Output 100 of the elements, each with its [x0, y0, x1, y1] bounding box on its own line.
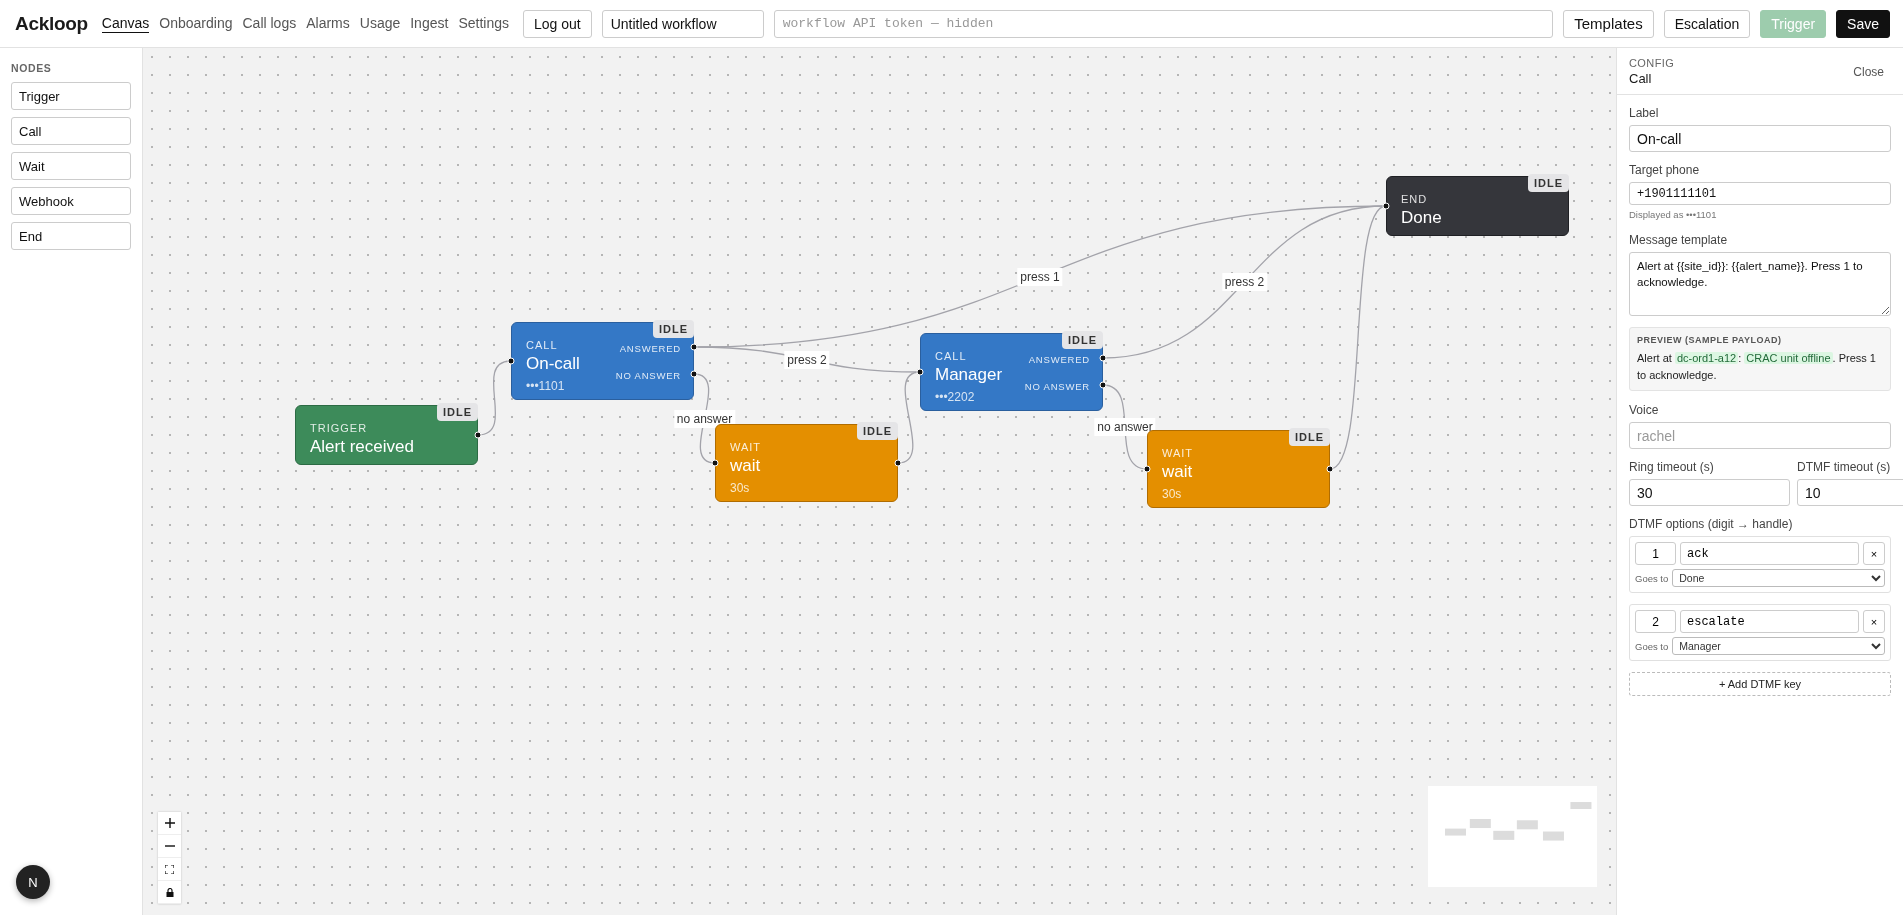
port-label: NO ANSWER: [615, 369, 681, 381]
node-type: WAIT: [730, 441, 762, 453]
nav-link[interactable]: Canvas: [101, 14, 150, 33]
lock-icon: [165, 887, 174, 897]
field-label: Target phone: [1629, 163, 1701, 177]
edge-label: press 1: [1017, 267, 1063, 286]
node-type: CALL: [526, 339, 558, 351]
connection-handle[interactable]: [711, 459, 719, 467]
field-hint: Displayed as •••1101: [1629, 209, 1718, 220]
node-title: Alert received: [310, 437, 414, 457]
logout-button[interactable]: Log out: [522, 9, 592, 38]
nav-link[interactable]: Onboarding: [159, 14, 233, 33]
connection-handle[interactable]: [1143, 465, 1151, 473]
remove-button[interactable]: ×: [1863, 610, 1885, 633]
field-label: Message template: [1629, 233, 1729, 247]
node-palette-item[interactable]: Wait: [11, 152, 131, 180]
connection-handle[interactable]: [1382, 202, 1390, 210]
digit-field[interactable]: 1: [1635, 542, 1676, 565]
minus-icon: [164, 845, 175, 847]
node-palette-item[interactable]: Trigger: [11, 82, 131, 110]
node-title: wait: [730, 456, 761, 476]
dev-badge[interactable]: N: [16, 865, 50, 899]
node-palette-item[interactable]: End: [11, 222, 131, 250]
panel-title: Call: [1629, 71, 1653, 86]
connection-handle[interactable]: [894, 459, 902, 467]
voice-field[interactable]: rachel: [1629, 422, 1891, 449]
connection-handle[interactable]: [507, 357, 515, 365]
action-button[interactable]: Templates: [1563, 9, 1654, 38]
status-badge: IDLE: [436, 403, 478, 421]
status-badge: IDLE: [1527, 174, 1569, 192]
message-template-field[interactable]: Alert at {{site_id}}: {{alert_name}}. Press 1 to acknowledge.: [1629, 252, 1891, 316]
node-palette-item[interactable]: Webhook: [11, 187, 131, 215]
connection-handle[interactable]: [690, 343, 698, 351]
node-subtitle: •••2202: [935, 390, 975, 404]
nav-link[interactable]: Ingest: [410, 14, 449, 33]
status-badge: IDLE: [652, 320, 694, 338]
node-title: Done: [1401, 208, 1442, 228]
phone-field[interactable]: +1901111101: [1629, 182, 1891, 205]
connection-handle[interactable]: [916, 368, 924, 376]
nav-link[interactable]: Call logs: [242, 14, 297, 33]
preview-title: PREVIEW (SAMPLE PAYLOAD): [1637, 335, 1783, 345]
ring-timeout-field[interactable]: 30: [1629, 479, 1790, 506]
handle-field[interactable]: ack: [1680, 542, 1859, 565]
node-subtitle: 30s: [730, 481, 750, 495]
app-logo: Ackloop: [15, 12, 88, 35]
connection-handle[interactable]: [1099, 354, 1107, 362]
add-dtmf-key-button[interactable]: + Add DTMF key: [1629, 672, 1891, 696]
zoom-out-button[interactable]: [158, 835, 181, 858]
connection-handle[interactable]: [1326, 465, 1334, 473]
goes-to-label: Goes to: [1635, 640, 1669, 652]
edge-label: no answer: [1094, 418, 1156, 436]
label-field[interactable]: On-call: [1629, 125, 1891, 152]
close-button[interactable]: Close: [1853, 64, 1884, 79]
status-badge: IDLE: [1061, 331, 1103, 349]
action-button[interactable]: Escalation: [1663, 9, 1751, 38]
node-title: wait: [1162, 462, 1193, 482]
dtmf-timeout-field[interactable]: 10: [1797, 479, 1903, 506]
connection-handle[interactable]: [1099, 381, 1107, 389]
field-label: Voice: [1629, 403, 1660, 417]
connection-handle[interactable]: [474, 431, 482, 439]
node-type: TRIGGER: [310, 422, 368, 434]
port-label: NO ANSWER: [1024, 380, 1090, 392]
lock-button[interactable]: [158, 881, 181, 904]
nav-link[interactable]: Usage: [359, 14, 401, 33]
fit-view-icon: [165, 864, 174, 874]
field-label: Ring timeout (s): [1629, 460, 1715, 474]
target-select[interactable]: Done: [1672, 569, 1885, 587]
handle-field[interactable]: escalate: [1680, 610, 1859, 633]
connection-handle[interactable]: [690, 370, 698, 378]
node-title: On-call: [526, 354, 580, 374]
node-title: Manager: [935, 365, 1003, 385]
zoom-in-button[interactable]: [158, 812, 181, 835]
nav-link[interactable]: Alarms: [306, 14, 350, 33]
edge-label: press 2: [1221, 273, 1268, 291]
status-badge: IDLE: [1288, 428, 1330, 446]
node-subtitle: 30s: [1162, 487, 1182, 501]
field-label: DTMF timeout (s): [1797, 460, 1892, 474]
action-button[interactable]: Save: [1836, 9, 1890, 38]
port-label: ANSWERED: [619, 342, 681, 354]
workflow-canvas[interactable]: [143, 48, 1616, 915]
node-type: END: [1401, 193, 1428, 205]
end-node[interactable]: IDLE END Done: [1386, 176, 1569, 236]
edge-label: press 2: [784, 350, 830, 369]
nav-link[interactable]: Settings: [458, 14, 509, 33]
workflow-name-field[interactable]: Untitled workflow: [601, 9, 764, 38]
node-palette-item[interactable]: Call: [11, 117, 131, 145]
node-subtitle: •••1101: [526, 379, 565, 393]
remove-button[interactable]: ×: [1863, 542, 1885, 565]
digit-field[interactable]: 2: [1635, 610, 1676, 633]
status-badge: IDLE: [856, 422, 898, 440]
field-label: Label: [1629, 106, 1660, 120]
panel-kicker: CONFIG: [1629, 57, 1675, 69]
fit-view-button[interactable]: [158, 858, 181, 881]
port-label: ANSWERED: [1028, 353, 1090, 365]
goes-to-label: Goes to: [1635, 572, 1669, 584]
palette-title: NODES: [11, 62, 53, 74]
target-select[interactable]: Manager: [1672, 637, 1885, 655]
field-label: DTMF options (digit → handle): [1629, 517, 1794, 531]
node-type: WAIT: [1162, 447, 1194, 459]
api-token-field[interactable]: workflow API token — hidden: [773, 9, 1554, 38]
